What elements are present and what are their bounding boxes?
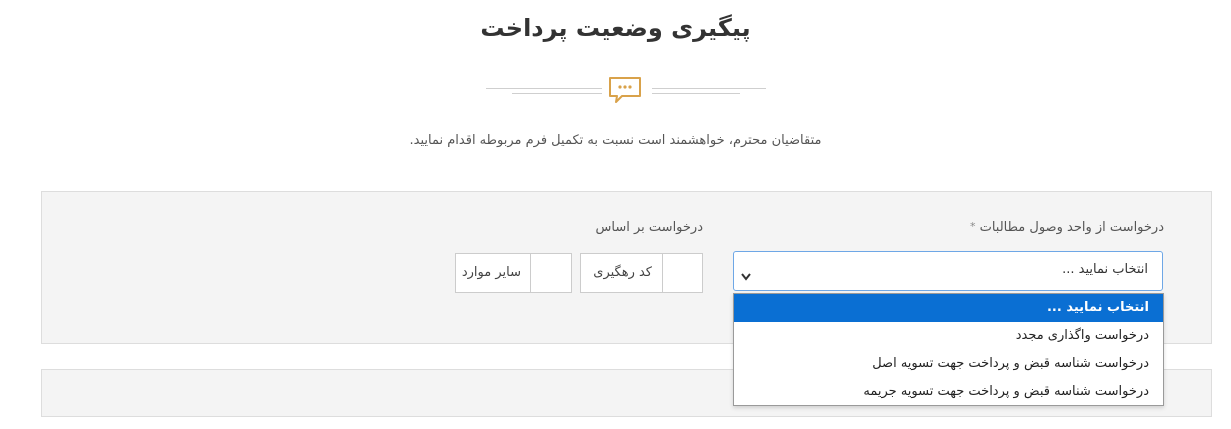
dropdown-option[interactable]: درخواست واگذاری مجدد — [734, 322, 1163, 350]
request-dropdown-list: انتخاب نمایید ... درخواست واگذاری مجدد د… — [733, 293, 1164, 406]
basis-option-tracking-code[interactable]: کد رهگیری — [580, 253, 703, 293]
chat-bubble-icon — [608, 76, 642, 108]
basis-option-label: کد رهگیری — [593, 265, 652, 280]
page-subtitle: متقاضیان محترم، خواهشمند است نسبت به تکم… — [409, 133, 822, 148]
request-select[interactable]: انتخاب نمایید ... — [733, 251, 1163, 291]
option-divider — [662, 254, 663, 292]
basis-label: درخواست بر اساس — [595, 220, 703, 235]
dropdown-option[interactable]: درخواست شناسه قبض و پرداخت جهت تسویه اصل — [734, 350, 1163, 378]
request-select-value: انتخاب نمایید ... — [1062, 262, 1148, 277]
dropdown-option[interactable]: انتخاب نمایید ... — [734, 294, 1163, 322]
basis-option-other[interactable]: سایر موارد — [455, 253, 572, 293]
basis-option-label: سایر موارد — [461, 265, 521, 280]
chevron-down-icon — [740, 267, 752, 286]
page-title: پیگیری وضعیت پرداخت — [480, 14, 751, 42]
request-label-text: درخواست از واحد وصول مطالبات — [979, 220, 1164, 235]
option-divider — [530, 254, 531, 292]
title-divider — [486, 76, 766, 106]
required-mark: * — [969, 220, 976, 233]
request-label: درخواست از واحد وصول مطالبات * — [970, 220, 1164, 235]
dropdown-option[interactable]: درخواست شناسه قبض و پرداخت جهت تسویه جری… — [734, 378, 1163, 406]
